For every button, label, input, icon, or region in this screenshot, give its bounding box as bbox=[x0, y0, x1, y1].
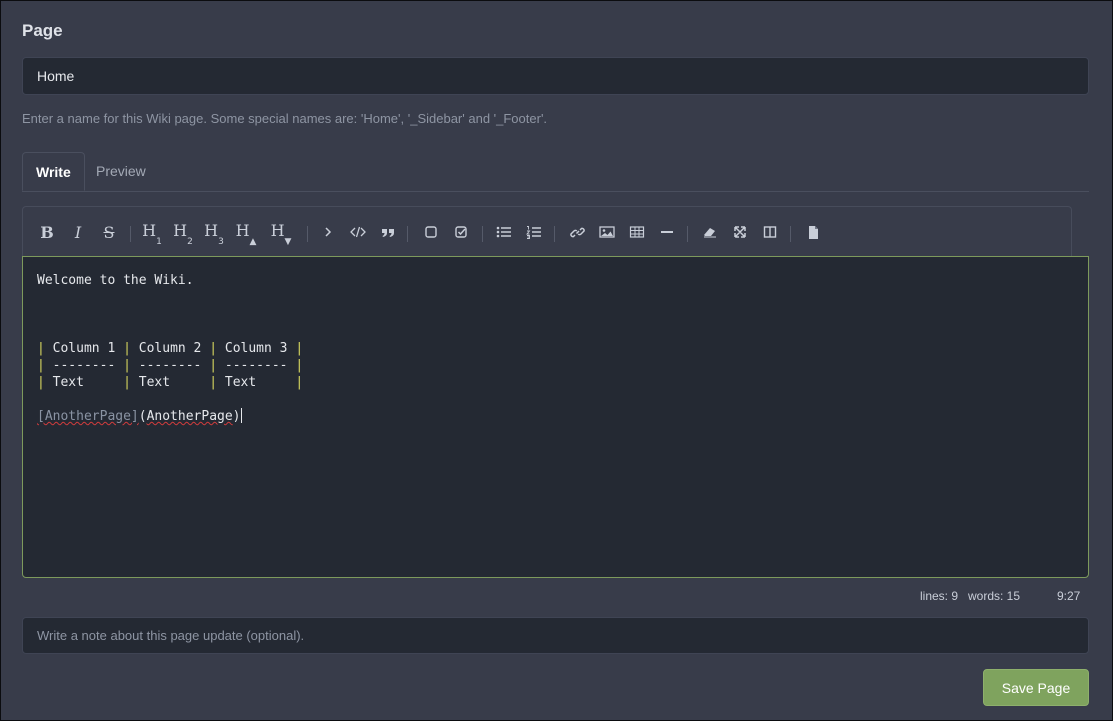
heading-smaller-icon: H▼ bbox=[270, 220, 292, 248]
image-icon bbox=[599, 226, 615, 238]
code-button[interactable] bbox=[347, 221, 369, 243]
heading-2-button[interactable]: H2 bbox=[172, 220, 194, 248]
editor-line-link: [AnotherPage](AnotherPage) bbox=[37, 408, 242, 424]
checked-box-button[interactable] bbox=[450, 221, 472, 243]
page-label: Page bbox=[22, 21, 63, 40]
toolbar-separator bbox=[482, 226, 483, 242]
table-row-body: | Text | Text | Text | bbox=[37, 375, 304, 390]
toolbar-separator bbox=[130, 226, 131, 242]
link-icon bbox=[569, 227, 585, 237]
markdown-editor[interactable]: Welcome to the Wiki. | Column 1 | Column… bbox=[22, 256, 1089, 578]
tab-preview[interactable]: Preview bbox=[83, 152, 159, 191]
link-text: [AnotherPage] bbox=[37, 409, 139, 424]
eraser-icon bbox=[704, 228, 716, 238]
toolbar-separator bbox=[790, 226, 791, 242]
strikethrough-icon: S bbox=[103, 222, 115, 242]
code-icon bbox=[350, 226, 366, 238]
side-by-side-icon bbox=[763, 226, 777, 238]
link-url: AnotherPage bbox=[146, 409, 233, 424]
status-words: words: 15 bbox=[968, 589, 1021, 603]
indent-button[interactable] bbox=[317, 221, 339, 243]
table-icon bbox=[629, 226, 645, 238]
heading-3-button[interactable]: H3 bbox=[203, 220, 225, 248]
status-cursor-position: 9:27 bbox=[1057, 589, 1081, 603]
bold-icon: B bbox=[40, 222, 54, 242]
save-page-button[interactable]: Save Page bbox=[983, 669, 1089, 706]
page-name-input[interactable] bbox=[22, 57, 1089, 95]
fullscreen-button[interactable] bbox=[729, 221, 751, 243]
side-by-side-button[interactable] bbox=[759, 221, 781, 243]
horizontal-rule-button[interactable] bbox=[656, 221, 678, 243]
editor-tabs: Write Preview bbox=[22, 152, 1089, 192]
unordered-list-button[interactable] bbox=[493, 221, 515, 243]
table-row-header: | Column 1 | Column 2 | Column 3 | bbox=[37, 341, 304, 356]
text-cursor bbox=[240, 408, 242, 423]
heading-1-icon: H1 bbox=[142, 220, 162, 248]
unordered-list-icon bbox=[496, 226, 511, 238]
editor-line-welcome: Welcome to the Wiki. bbox=[37, 273, 194, 288]
quote-icon bbox=[382, 229, 394, 237]
horizontal-rule-icon bbox=[661, 231, 673, 233]
italic-button[interactable]: I bbox=[67, 221, 89, 243]
heading-bigger-icon: H▲ bbox=[235, 220, 257, 248]
heading-1-button[interactable]: H1 bbox=[141, 220, 163, 248]
table-row-separator: | -------- | -------- | -------- | bbox=[37, 358, 304, 373]
status-lines: lines: 9 bbox=[920, 589, 959, 603]
toolbar-separator bbox=[554, 226, 555, 242]
document-icon bbox=[808, 225, 818, 239]
ordered-list-button[interactable] bbox=[523, 221, 545, 243]
toolbar-separator bbox=[407, 226, 408, 242]
editor-toolbar: B I S H1 H2 H3 H▲ H▼ bbox=[22, 206, 1072, 257]
heading-smaller-button[interactable]: H▼ bbox=[270, 220, 292, 248]
strikethrough-button[interactable]: S bbox=[98, 221, 120, 243]
table-button[interactable] bbox=[626, 221, 648, 243]
image-button[interactable] bbox=[596, 221, 618, 243]
clean-block-button[interactable] bbox=[699, 221, 721, 243]
bold-button[interactable]: B bbox=[36, 221, 58, 243]
page-name-help-text: Enter a name for this Wiki page. Some sp… bbox=[22, 111, 548, 126]
checkbox-icon bbox=[425, 226, 437, 238]
toolbar-separator bbox=[307, 226, 308, 242]
heading-bigger-button[interactable]: H▲ bbox=[235, 220, 257, 248]
fullscreen-icon bbox=[734, 226, 746, 238]
edit-note-input[interactable] bbox=[22, 617, 1089, 654]
heading-3-icon: H3 bbox=[204, 220, 224, 248]
checkbox-button[interactable] bbox=[420, 221, 442, 243]
link-button[interactable] bbox=[566, 221, 588, 243]
toolbar-separator bbox=[687, 226, 688, 242]
tab-write[interactable]: Write bbox=[22, 152, 85, 191]
document-button[interactable] bbox=[802, 221, 824, 243]
chevron-right-icon bbox=[325, 227, 332, 237]
heading-2-icon: H2 bbox=[173, 220, 193, 248]
checked-box-icon bbox=[455, 226, 467, 238]
ordered-list-icon bbox=[526, 226, 541, 239]
italic-icon: I bbox=[74, 222, 82, 242]
quote-button[interactable] bbox=[377, 221, 399, 243]
